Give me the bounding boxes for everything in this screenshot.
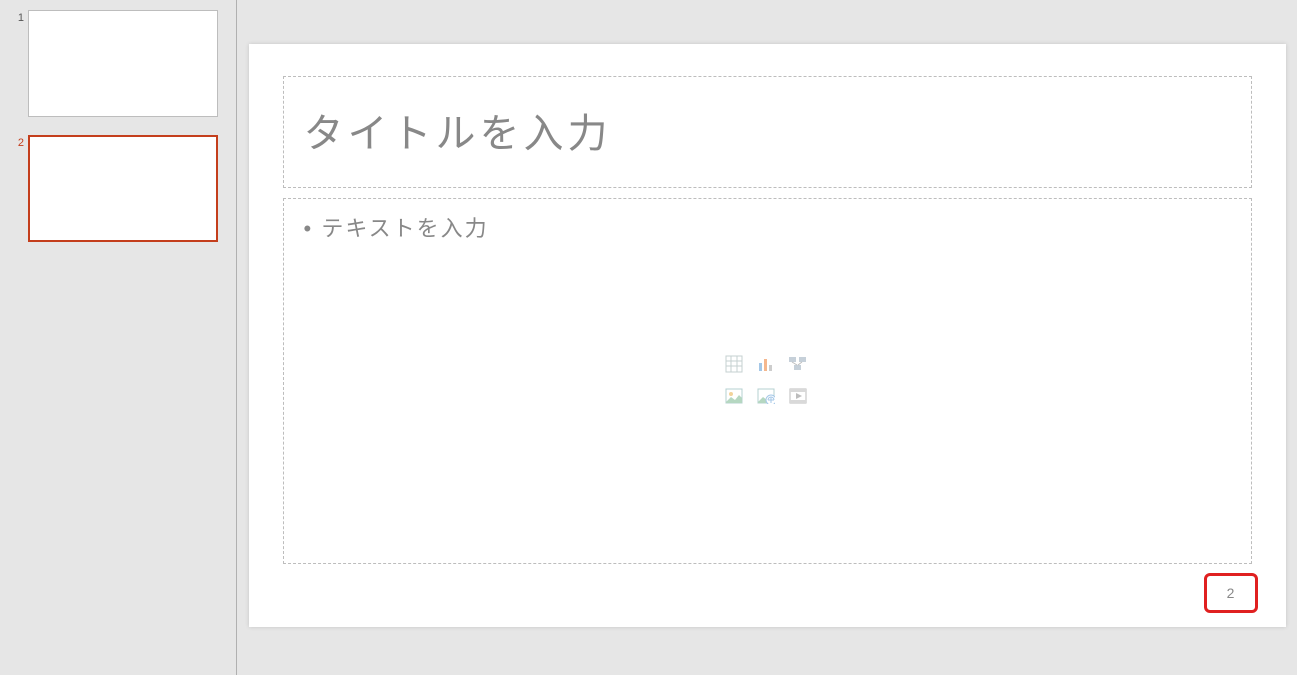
slide-page-number-highlight: 2 bbox=[1204, 573, 1258, 613]
chart-icon[interactable] bbox=[754, 352, 778, 376]
slide-thumbnail-1[interactable] bbox=[28, 10, 218, 117]
content-insert-icons bbox=[722, 352, 812, 410]
content-placeholder[interactable]: • テキストを入力 bbox=[283, 198, 1252, 564]
content-placeholder-text: • テキストを入力 bbox=[304, 211, 1231, 243]
slide-canvas[interactable]: タイトルを入力 • テキストを入力 bbox=[249, 44, 1286, 627]
thumbnail-number: 2 bbox=[10, 135, 28, 149]
title-placeholder[interactable]: タイトルを入力 bbox=[283, 76, 1252, 188]
slide-editor-area: タイトルを入力 • テキストを入力 bbox=[237, 0, 1297, 675]
title-placeholder-text: タイトルを入力 bbox=[304, 101, 1231, 159]
table-icon[interactable] bbox=[722, 352, 746, 376]
slide-thumbnail-panel: 1 2 bbox=[0, 0, 237, 675]
online-picture-icon[interactable] bbox=[754, 384, 778, 408]
picture-icon[interactable] bbox=[722, 384, 746, 408]
thumbnail-number: 1 bbox=[10, 10, 28, 24]
slide-thumbnail-2[interactable] bbox=[28, 135, 218, 242]
slide-page-number: 2 bbox=[1227, 585, 1235, 601]
smartart-icon[interactable] bbox=[786, 352, 810, 376]
thumbnail-row: 1 bbox=[10, 10, 226, 117]
video-icon[interactable] bbox=[786, 384, 810, 408]
thumbnail-row: 2 bbox=[10, 135, 226, 242]
